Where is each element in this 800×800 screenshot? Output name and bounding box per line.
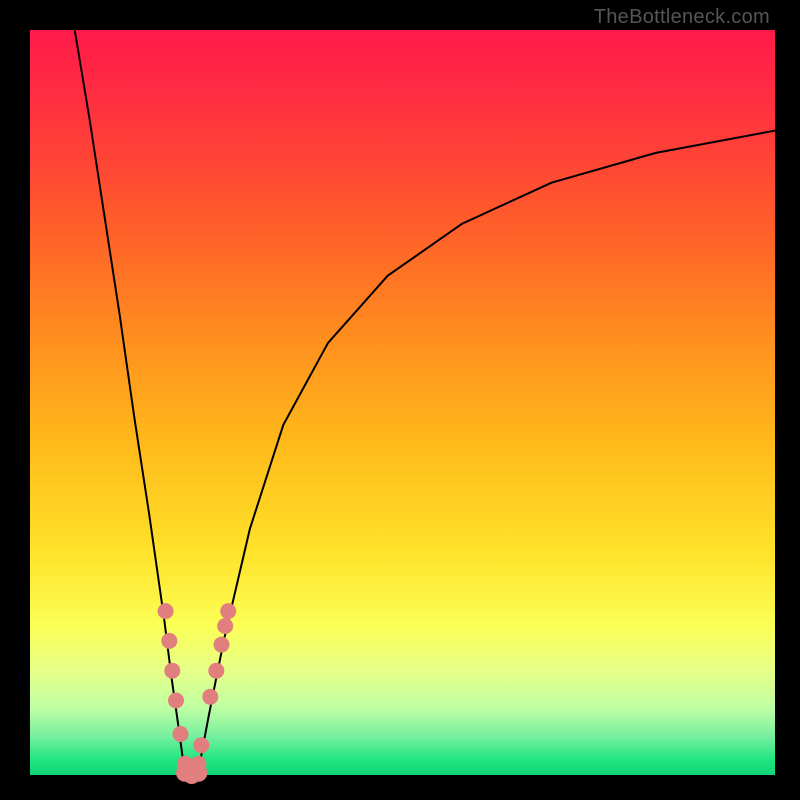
curve-right-branch	[198, 131, 775, 775]
bead-marker	[208, 663, 224, 679]
bead-marker	[202, 689, 218, 705]
curve-left-branch	[75, 30, 185, 775]
curve-group	[75, 30, 775, 775]
chart-overlay	[0, 0, 800, 800]
bead-marker	[161, 633, 177, 649]
bead-marker	[173, 726, 189, 742]
bead-marker	[164, 663, 180, 679]
bead-marker	[193, 737, 209, 753]
bead-marker	[217, 618, 233, 634]
bead-marker	[220, 603, 236, 619]
chart-frame: TheBottleneck.com	[0, 0, 800, 800]
bead-cluster	[158, 603, 237, 784]
bead-marker	[168, 693, 184, 709]
bead-marker	[158, 603, 174, 619]
bead-marker	[214, 637, 230, 653]
bead-marker	[189, 764, 207, 782]
